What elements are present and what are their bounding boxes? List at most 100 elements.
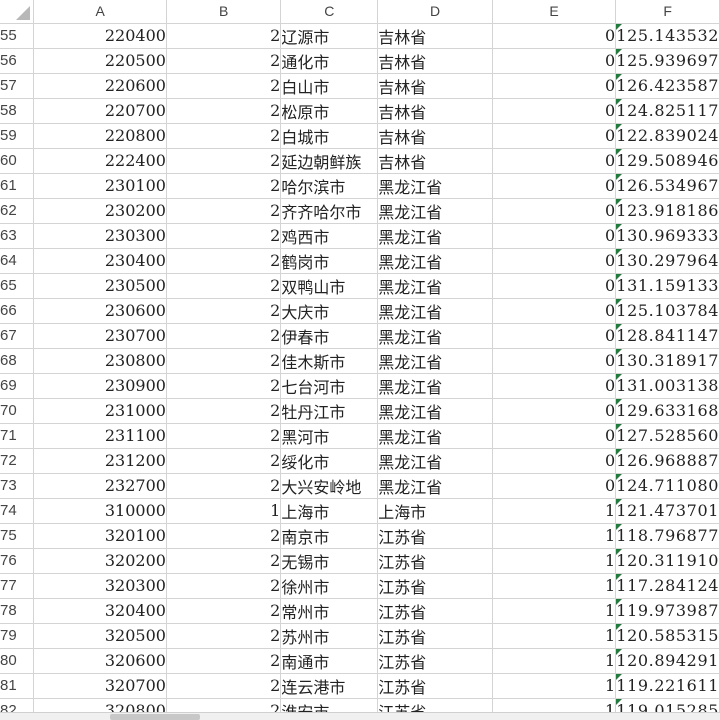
- cell-e[interactable]: 0: [492, 373, 617, 399]
- row-header[interactable]: 63: [0, 223, 35, 249]
- cell-c[interactable]: 佳木斯市: [280, 348, 379, 374]
- column-header-d[interactable]: D: [377, 0, 493, 24]
- cell-c[interactable]: 白山市: [280, 73, 379, 99]
- cell-c[interactable]: 大庆市: [280, 298, 379, 324]
- cell-e[interactable]: 0: [492, 323, 617, 349]
- row-header[interactable]: 70: [0, 398, 35, 424]
- cell-e[interactable]: 0: [492, 248, 617, 274]
- cell-e[interactable]: 0: [492, 73, 617, 99]
- cell-b[interactable]: 2: [166, 473, 282, 499]
- cell-a[interactable]: 230500: [33, 273, 167, 299]
- cell-d[interactable]: 吉林省: [377, 148, 493, 174]
- cell-f[interactable]: 130.969333: [615, 223, 720, 249]
- cell-b[interactable]: 2: [166, 73, 282, 99]
- cell-f[interactable]: 130.297964: [615, 248, 720, 274]
- cell-e[interactable]: 0: [492, 423, 617, 449]
- cell-f[interactable]: 127.528560: [615, 423, 720, 449]
- cell-b[interactable]: 2: [166, 148, 282, 174]
- cell-c[interactable]: 伊春市: [280, 323, 379, 349]
- cell-a[interactable]: 310000: [33, 498, 167, 524]
- cell-f[interactable]: 117.284124: [615, 573, 720, 599]
- cell-f[interactable]: 128.841147: [615, 323, 720, 349]
- cell-f[interactable]: 124.825117: [615, 98, 720, 124]
- cell-f[interactable]: 124.711080: [615, 473, 720, 499]
- cell-e[interactable]: 0: [492, 398, 617, 424]
- row-header[interactable]: 77: [0, 573, 35, 599]
- cell-a[interactable]: 230200: [33, 198, 167, 224]
- cell-e[interactable]: 1: [492, 548, 617, 574]
- horizontal-scrollbar-thumb[interactable]: [110, 714, 200, 720]
- cell-d[interactable]: 黑龙江省: [377, 348, 493, 374]
- cell-d[interactable]: 黑龙江省: [377, 298, 493, 324]
- cell-e[interactable]: 0: [492, 23, 617, 49]
- cell-e[interactable]: 0: [492, 348, 617, 374]
- cell-b[interactable]: 2: [166, 423, 282, 449]
- cell-b[interactable]: 2: [166, 198, 282, 224]
- cell-a[interactable]: 222400: [33, 148, 167, 174]
- cell-e[interactable]: 0: [492, 473, 617, 499]
- cell-b[interactable]: 2: [166, 173, 282, 199]
- cell-f[interactable]: 123.918186: [615, 198, 720, 224]
- row-header[interactable]: 72: [0, 448, 35, 474]
- cell-f[interactable]: 121.473701: [615, 498, 720, 524]
- cell-b[interactable]: 2: [166, 298, 282, 324]
- cell-c[interactable]: 黑河市: [280, 423, 379, 449]
- cell-d[interactable]: 江苏省: [377, 623, 493, 649]
- cell-b[interactable]: 2: [166, 373, 282, 399]
- cell-f[interactable]: 131.003138: [615, 373, 720, 399]
- cell-e[interactable]: 1: [492, 623, 617, 649]
- cell-c[interactable]: 辽源市: [280, 23, 379, 49]
- row-header[interactable]: 55: [0, 23, 35, 49]
- cell-d[interactable]: 黑龙江省: [377, 398, 493, 424]
- cell-b[interactable]: 2: [166, 448, 282, 474]
- cell-f[interactable]: 131.159133: [615, 273, 720, 299]
- cell-d[interactable]: 吉林省: [377, 98, 493, 124]
- cell-b[interactable]: 2: [166, 648, 282, 674]
- cell-c[interactable]: 绥化市: [280, 448, 379, 474]
- cell-c[interactable]: 松原市: [280, 98, 379, 124]
- row-header[interactable]: 57: [0, 73, 35, 99]
- row-header[interactable]: 74: [0, 498, 35, 524]
- cell-e[interactable]: 0: [492, 123, 617, 149]
- cell-a[interactable]: 230100: [33, 173, 167, 199]
- cell-f[interactable]: 118.796877: [615, 523, 720, 549]
- row-header[interactable]: 67: [0, 323, 35, 349]
- cell-b[interactable]: 2: [166, 248, 282, 274]
- cell-c[interactable]: 连云港市: [280, 673, 379, 699]
- cell-b[interactable]: 2: [166, 98, 282, 124]
- cell-d[interactable]: 黑龙江省: [377, 198, 493, 224]
- cell-f[interactable]: 125.103784: [615, 298, 720, 324]
- cell-d[interactable]: 黑龙江省: [377, 423, 493, 449]
- cell-e[interactable]: 1: [492, 573, 617, 599]
- row-header[interactable]: 66: [0, 298, 35, 324]
- cell-e[interactable]: 0: [492, 173, 617, 199]
- cell-b[interactable]: 2: [166, 398, 282, 424]
- row-header[interactable]: 65: [0, 273, 35, 299]
- column-header-c[interactable]: C: [280, 0, 379, 24]
- cell-f[interactable]: 122.839024: [615, 123, 720, 149]
- column-header-e[interactable]: E: [492, 0, 617, 24]
- cell-a[interactable]: 231000: [33, 398, 167, 424]
- cell-c[interactable]: 南京市: [280, 523, 379, 549]
- cell-b[interactable]: 2: [166, 23, 282, 49]
- row-header[interactable]: 80: [0, 648, 35, 674]
- horizontal-scrollbar[interactable]: [0, 712, 720, 720]
- cell-d[interactable]: 江苏省: [377, 548, 493, 574]
- cell-c[interactable]: 鹤岗市: [280, 248, 379, 274]
- cell-d[interactable]: 黑龙江省: [377, 173, 493, 199]
- cell-b[interactable]: 2: [166, 548, 282, 574]
- cell-d[interactable]: 黑龙江省: [377, 273, 493, 299]
- cell-c[interactable]: 七台河市: [280, 373, 379, 399]
- cell-e[interactable]: 1: [492, 598, 617, 624]
- column-header-a[interactable]: A: [33, 0, 167, 24]
- cell-d[interactable]: 吉林省: [377, 73, 493, 99]
- row-header[interactable]: 78: [0, 598, 35, 624]
- cell-a[interactable]: 320700: [33, 673, 167, 699]
- cell-a[interactable]: 320200: [33, 548, 167, 574]
- cell-b[interactable]: 2: [166, 573, 282, 599]
- cell-f[interactable]: 119.973987: [615, 598, 720, 624]
- cell-e[interactable]: 0: [492, 48, 617, 74]
- cell-c[interactable]: 苏州市: [280, 623, 379, 649]
- row-header[interactable]: 58: [0, 98, 35, 124]
- cell-c[interactable]: 双鸭山市: [280, 273, 379, 299]
